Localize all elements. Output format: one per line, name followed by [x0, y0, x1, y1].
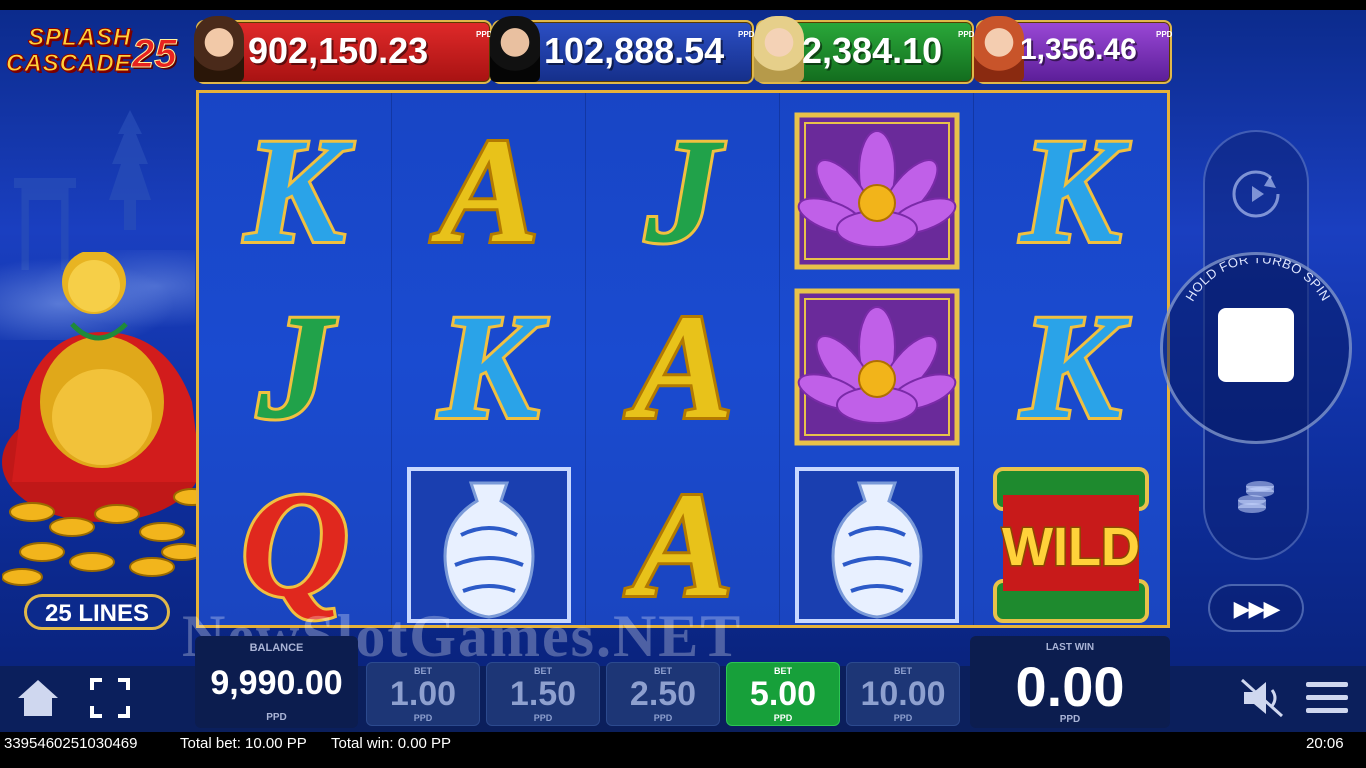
jackpot-portrait-icon	[754, 16, 804, 82]
reel-symbol-k-icon: K	[983, 105, 1159, 277]
bet-currency: PPD	[533, 713, 553, 723]
svg-text:K: K	[1019, 284, 1130, 450]
reel-symbol-a-icon: A	[595, 459, 771, 625]
jackpot-currency: PPD	[958, 30, 975, 39]
bet-value: 10.00	[860, 675, 946, 713]
last-win-currency: PPD	[1059, 714, 1081, 725]
reel-symbol-a-icon: A	[401, 105, 577, 277]
reel-column: KK WILD	[975, 93, 1167, 625]
reel-symbol-k-icon: K	[207, 105, 383, 277]
coins-bet-icon[interactable]	[1232, 476, 1280, 520]
reel-column: JAA	[587, 93, 780, 625]
total-win: Total win: 0.00 PP	[331, 735, 452, 752]
round-id: 3395460251030469	[4, 735, 138, 752]
jackpot-value: 102,888.54	[544, 30, 725, 71]
svg-text:J: J	[257, 284, 337, 450]
reel-column: KJQ	[199, 93, 392, 625]
stop-button[interactable]	[1218, 308, 1294, 382]
turbo-text: HOLD FOR TURBO SPIN	[1182, 258, 1333, 304]
bet-value: 1.00	[389, 675, 457, 713]
reel-symbol-j-icon: J	[207, 281, 383, 453]
svg-text:J: J	[645, 108, 725, 274]
status-bar: 3395460251030469 Total bet: 10.00 PP Tot…	[0, 732, 1366, 768]
svg-text:HOLD FOR TURBO SPIN: HOLD FOR TURBO SPIN	[1182, 258, 1333, 304]
svg-text:K: K	[1019, 108, 1130, 274]
bet-value: 2.50	[629, 675, 697, 713]
buddha-coins-icon	[2, 252, 211, 586]
last-win-value: 0.00	[1015, 655, 1125, 718]
reel-symbol-wild-icon: WILD	[983, 465, 1159, 625]
reel-symbol-lotus-icon	[789, 111, 965, 271]
bet-value: 1.50	[509, 675, 577, 713]
balance-currency: PPD	[266, 712, 287, 723]
clock: 20:06	[1306, 735, 1344, 752]
reel-column: AK	[393, 93, 586, 625]
bet-currency: PPD	[893, 713, 913, 723]
autoplay-icon[interactable]	[1228, 166, 1284, 222]
last-win-display: LAST WIN 0.00 PPD	[970, 636, 1170, 728]
reel-symbol-a-icon: A	[595, 281, 771, 453]
jackpot-value: 2,384.10	[802, 30, 943, 71]
bet-option[interactable]: BET 1.50 PPD	[486, 662, 600, 726]
reel-symbol-q-icon: Q	[207, 459, 383, 625]
jackpot-value: 1,356.46	[1020, 33, 1137, 66]
mute-icon[interactable]	[1238, 676, 1286, 720]
fullscreen-icon[interactable]	[88, 676, 132, 720]
reel-symbol-k-icon: K	[401, 281, 577, 453]
bet-value: 5.00	[749, 675, 817, 713]
svg-text:WILD: WILD	[1002, 517, 1140, 577]
jackpot-currency: PPD	[476, 30, 493, 39]
reel-symbol-j-icon: J	[595, 105, 771, 277]
bet-option[interactable]: BET 2.50 PPD	[606, 662, 720, 726]
pagoda-silhouette	[109, 110, 151, 230]
reel-symbol-vase-icon	[789, 465, 965, 625]
reel-symbol-vase-icon	[401, 465, 577, 625]
jackpot-portrait-icon	[194, 16, 244, 82]
reel-symbol-k-icon: K	[983, 281, 1159, 453]
jackpot-portrait-icon	[974, 16, 1024, 82]
jackpot-portrait-icon	[490, 16, 540, 82]
svg-text:K: K	[243, 108, 354, 274]
bet-option-selected[interactable]: BET 5.00 PPD	[726, 662, 840, 726]
bet-option[interactable]: BET 10.00 PPD	[846, 662, 960, 726]
bet-option[interactable]: BET 1.00 PPD	[366, 662, 480, 726]
reel-symbol-lotus-icon	[789, 287, 965, 447]
logo-line2: CASCADE	[6, 50, 132, 78]
jackpot-currency: PPD	[1156, 30, 1173, 39]
fast-forward-button[interactable]: ▶▶▶	[1208, 584, 1304, 632]
total-bet: Total bet: 10.00 PP	[180, 735, 307, 752]
bet-currency: PPD	[773, 713, 793, 723]
logo-number: 25	[132, 32, 177, 77]
balance-value: 9,990.00	[210, 664, 343, 702]
svg-text:K: K	[437, 284, 548, 450]
balance-label: BALANCE	[249, 642, 304, 654]
jackpot-currency: PPD	[738, 30, 755, 39]
lines-badge: 25 LINES	[24, 594, 170, 630]
last-win-label: LAST WIN	[1045, 642, 1095, 653]
jackpot-mini: 1,356.46 PPD	[974, 16, 1173, 84]
svg-text:A: A	[625, 284, 733, 450]
bet-currency: PPD	[413, 713, 433, 723]
home-icon[interactable]	[16, 676, 60, 720]
game-logo: SPLASH CASCADE 25	[4, 24, 194, 80]
reel-column	[781, 93, 974, 625]
jackpot-major: 102,888.54 PPD	[490, 16, 755, 84]
top-black-bar	[0, 0, 1366, 10]
bet-currency: PPD	[653, 713, 673, 723]
jackpot-grand: 902,150.23 PPD	[194, 16, 493, 84]
jackpot-minor: 2,384.10 PPD	[754, 16, 975, 84]
menu-icon[interactable]	[1304, 678, 1350, 718]
svg-text:A: A	[431, 108, 539, 274]
logo-line1: SPLASH	[27, 24, 132, 52]
balance-display: BALANCE 9,990.00 PPD	[195, 636, 358, 728]
jackpot-value: 902,150.23	[248, 30, 429, 71]
reel-area: KJQAK JAA K K WILD	[196, 90, 1170, 628]
